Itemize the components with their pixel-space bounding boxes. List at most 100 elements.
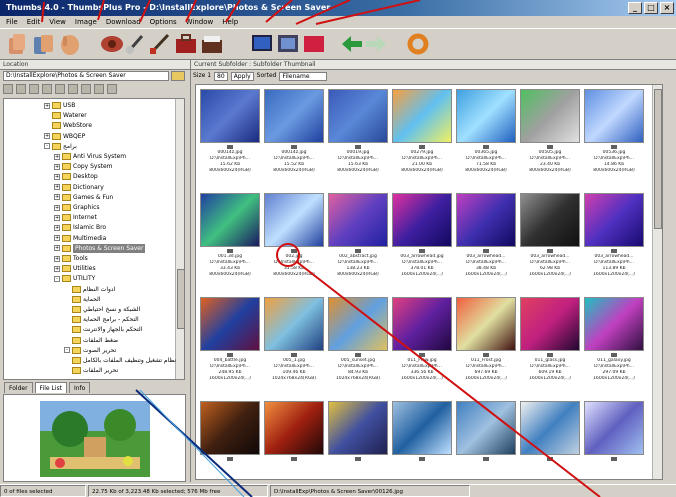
tree-item[interactable]: + Islamic Bro — [54, 223, 106, 232]
move-icon[interactable] — [58, 32, 82, 56]
open-icon[interactable] — [6, 32, 30, 56]
close-button[interactable]: × — [660, 2, 674, 14]
tree-item[interactable]: WebStore — [44, 121, 92, 130]
thumbnail-item[interactable] — [456, 401, 516, 462]
thumbnail-image[interactable] — [328, 297, 388, 351]
thumbnail-item[interactable]: 003_arrowhead... D:\InstallExp\Ph... 62.98… — [520, 193, 580, 278]
tree-tool-icon[interactable] — [55, 84, 65, 94]
tree-expander-icon[interactable]: + — [54, 224, 60, 231]
tree-tool-icon[interactable] — [29, 84, 39, 94]
tree-expander-icon[interactable]: + — [44, 102, 50, 109]
menu-view[interactable]: View — [49, 16, 66, 28]
tree-item[interactable]: التحكم بالجهاز والانترنت — [64, 325, 142, 334]
menu-image[interactable]: Image — [75, 16, 97, 28]
thumbnail-image[interactable] — [584, 297, 644, 351]
thumbnail-item[interactable] — [584, 401, 644, 462]
menu-file[interactable]: File — [6, 16, 18, 28]
address-field[interactable]: D:\InstallExplore\Photos & Screen Saver — [3, 71, 169, 81]
tree-item[interactable]: + Internet — [54, 213, 97, 222]
folder-browse-icon[interactable] — [171, 71, 185, 81]
brush2-icon[interactable] — [148, 32, 172, 56]
tree-expander-icon[interactable]: + — [54, 173, 60, 180]
tree-item[interactable]: الحماية — [64, 295, 101, 304]
thumbnail-image[interactable] — [264, 193, 324, 247]
thumbnail-item[interactable]: 002.jpg D:\InstallExp\Ph... 31.58 Kb 800x60… — [264, 193, 324, 278]
thumbnail-image[interactable] — [328, 193, 388, 247]
back-arrow-icon[interactable] — [340, 32, 364, 56]
tree-tool-icon[interactable] — [68, 84, 78, 94]
thumbnail-image[interactable] — [328, 89, 388, 143]
thumbnail-item[interactable]: 00279.jpg D:\InstallExp\Ph... 21.00 Kb 800x… — [392, 89, 452, 174]
thumbnail-item[interactable]: 00019.jpg D:\InstallExp\Ph... 15.63 Kb 800x… — [328, 89, 388, 174]
eye-icon[interactable] — [100, 32, 124, 56]
tree-item[interactable]: + Photos & Screen Saver — [54, 243, 146, 253]
tree-item[interactable]: - UTILITY — [54, 274, 95, 283]
menu-options[interactable]: Options — [150, 16, 177, 28]
forward-arrow-icon[interactable] — [364, 32, 388, 56]
thumbnail-item[interactable]: 002_abstract.jpg D:\InstallExp\Ph... 138.2… — [328, 193, 388, 278]
copy-icon[interactable] — [32, 32, 56, 56]
tree-item[interactable]: التحكم - برامج الحماية — [64, 315, 139, 324]
thumbnail-item[interactable]: 00014z.jpg D:\InstallExp\Ph... 15.62 Kb 800… — [200, 89, 260, 174]
tab-file-list[interactable]: File List — [34, 382, 67, 393]
tree-item[interactable]: + Graphics — [54, 203, 100, 212]
thumbnail-item[interactable] — [328, 401, 388, 462]
size-select[interactable]: 80 — [214, 71, 228, 81]
tree-item[interactable]: - برامج — [44, 142, 77, 151]
tree-item[interactable]: + Copy System — [54, 162, 113, 171]
thumbnail-image[interactable] — [584, 89, 644, 143]
tab-info[interactable]: Info — [68, 382, 91, 393]
red-screen-icon[interactable] — [302, 32, 326, 56]
tree-item[interactable]: - تحرير الصوت — [64, 346, 116, 355]
tree-expander-icon[interactable]: + — [54, 235, 60, 242]
thumbnail-item[interactable]: 003_arrowhead... D:\InstallExp\Ph... 38.48… — [456, 193, 516, 278]
tree-item[interactable]: Waterer — [44, 111, 87, 120]
tree-item[interactable]: نظام تشغيل وتنظيف الملفات بالكامل — [64, 356, 176, 365]
thumbnail-image[interactable] — [392, 89, 452, 143]
menu-edit[interactable]: Edit — [27, 16, 41, 28]
thumbnail-image[interactable] — [200, 297, 260, 351]
thumbnail-image[interactable] — [392, 297, 452, 351]
tree-tool-icon[interactable] — [94, 84, 104, 94]
thumbnail-image[interactable] — [584, 401, 644, 455]
tree-expander-icon[interactable]: - — [44, 143, 50, 150]
tree-expander-icon[interactable]: + — [54, 153, 60, 160]
tree-expander-icon[interactable]: + — [54, 214, 60, 221]
folder-view-icon[interactable] — [200, 32, 224, 56]
thumbnail-item[interactable]: 011_glass.jpg D:\InstallExp\Ph... 609.19 K… — [520, 297, 580, 382]
thumbnail-image[interactable] — [392, 193, 452, 247]
tree-expander-icon[interactable]: + — [54, 265, 60, 272]
thumbnail-item[interactable]: 003_arrowhead.jpg D:\InstallExp\Ph... 378.… — [392, 193, 452, 278]
tree-tool-icon[interactable] — [81, 84, 91, 94]
thumbnail-item[interactable] — [392, 401, 452, 462]
thumbnail-image[interactable] — [456, 297, 516, 351]
thumbnail-image[interactable] — [520, 89, 580, 143]
tree-item[interactable]: + Tools — [54, 254, 88, 263]
tree-item[interactable]: + WBQEP — [44, 132, 85, 141]
thumbnail-item[interactable] — [200, 401, 260, 462]
tree-item[interactable]: ضغط الملفات — [64, 336, 118, 345]
thumbnail-item[interactable]: 004_battle.jpg D:\InstallExp\Ph... 248.95 … — [200, 297, 260, 382]
tree-tool-icon[interactable] — [3, 84, 13, 94]
thumbnail-image[interactable] — [200, 193, 260, 247]
thumbnail-image[interactable] — [200, 89, 260, 143]
thumbnail-item[interactable]: 00536.jpg D:\InstallExp\Ph... 14.86 Kb 800x… — [584, 89, 644, 174]
thumbnail-item[interactable]: 005_sunset.jpg D:\InstallExp\Ph... 84.93 K… — [328, 297, 388, 382]
thumbnail-item[interactable]: 003_arrowhead... D:\InstallExp\Ph... 113.8… — [584, 193, 644, 278]
thumbnail-image[interactable] — [328, 401, 388, 455]
tab-folder[interactable]: Folder — [4, 382, 33, 393]
maximize-button[interactable]: □ — [644, 2, 658, 14]
thumbnail-item[interactable]: 011_Frost.jpg D:\InstallExp\Ph... 697.69 K… — [456, 297, 516, 382]
thumbnail-image[interactable] — [520, 297, 580, 351]
thumbnail-image[interactable] — [392, 401, 452, 455]
thumbnail-item[interactable]: 005_1.jpg D:\InstallExp\Ph... 109.46 Kb 102… — [264, 297, 324, 382]
thumbnail-image[interactable] — [456, 89, 516, 143]
binoculars-icon[interactable] — [107, 84, 117, 94]
thumbnail-image[interactable] — [264, 297, 324, 351]
ring-icon[interactable] — [406, 32, 430, 56]
tree-item[interactable]: + Desktop — [54, 172, 98, 181]
tree-expander-icon[interactable]: + — [44, 133, 50, 140]
thumbnail-image[interactable] — [456, 193, 516, 247]
thumbnail-item[interactable] — [264, 401, 324, 462]
tree-item[interactable]: + Anti Virus System — [54, 152, 126, 161]
